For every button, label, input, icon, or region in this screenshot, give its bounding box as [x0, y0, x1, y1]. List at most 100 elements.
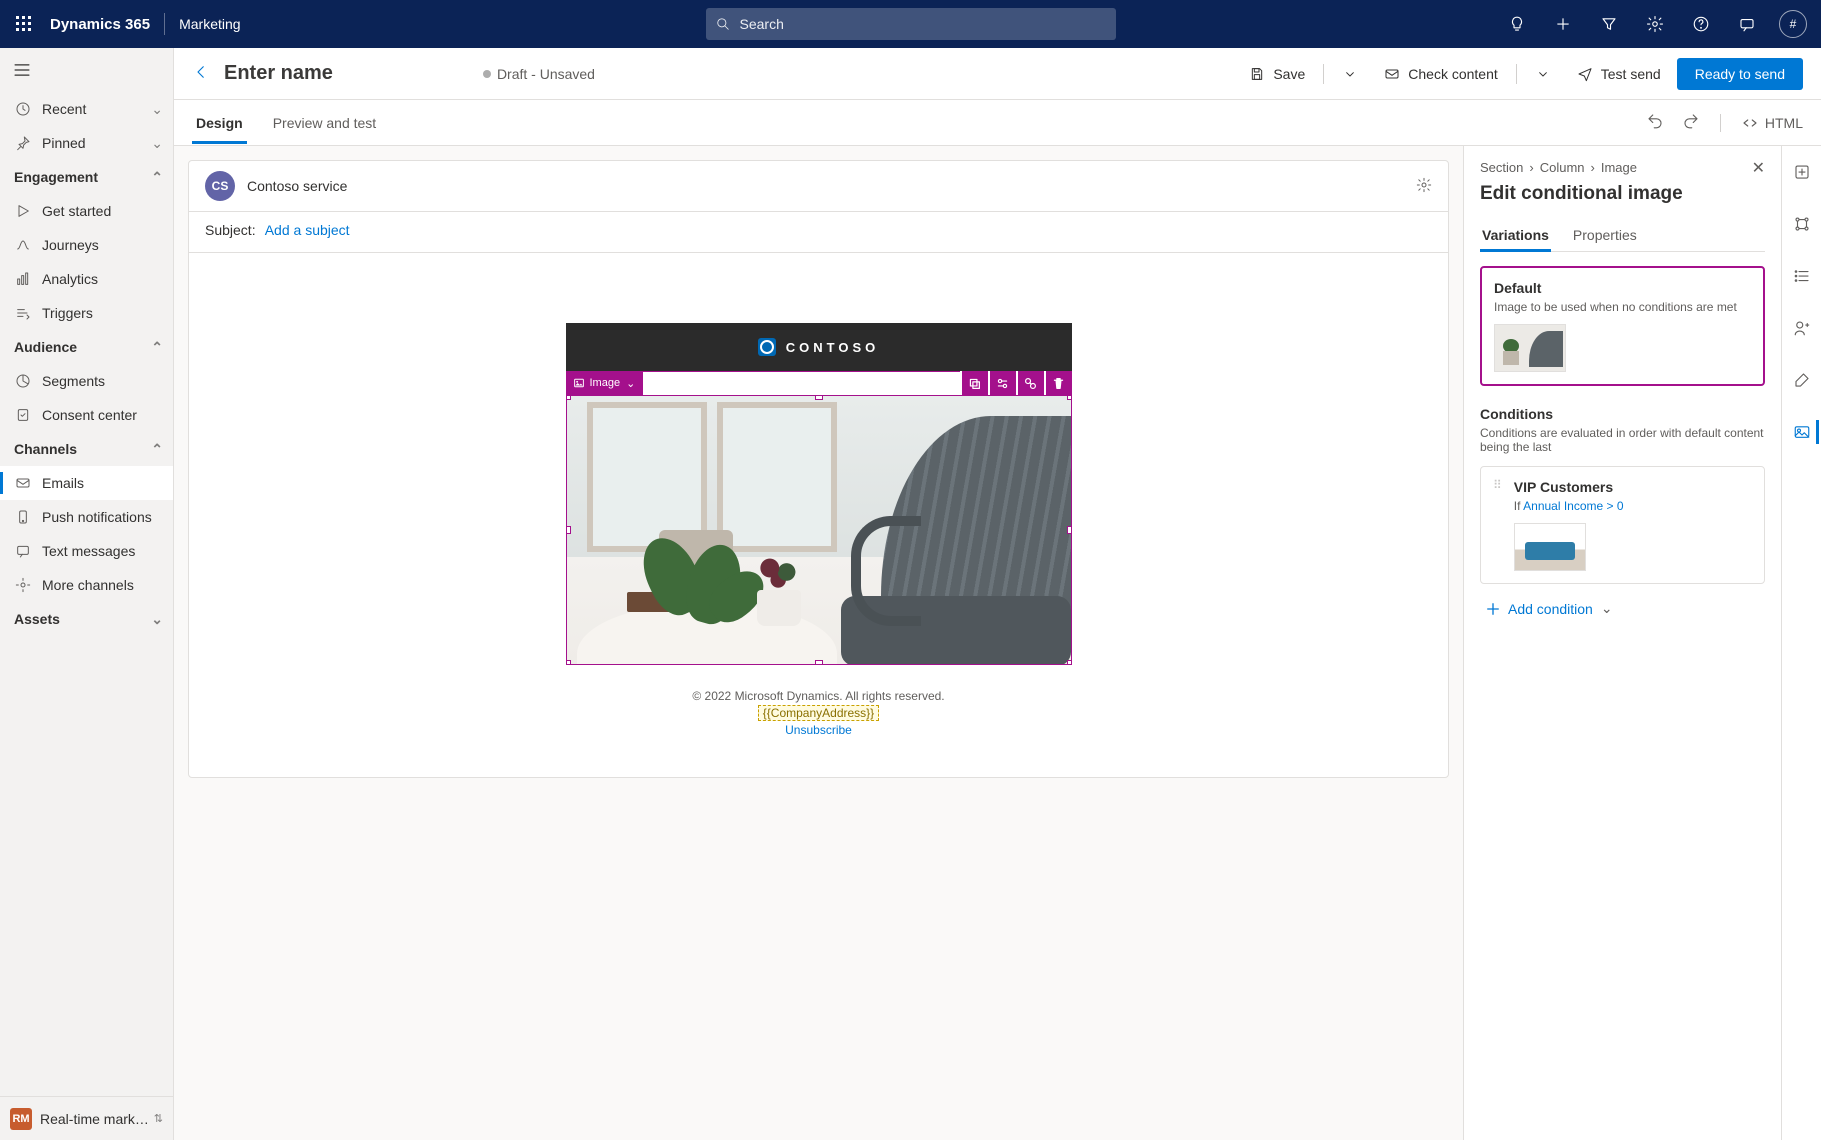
- element-tag-label: Image: [590, 377, 621, 389]
- chevron-down-icon: ⌄: [151, 135, 163, 152]
- tab-design[interactable]: Design: [192, 103, 247, 143]
- nav-text[interactable]: Text messages: [0, 534, 173, 568]
- drag-grip-icon[interactable]: ⠿: [1493, 479, 1504, 571]
- conditions-subtext: Conditions are evaluated in order with d…: [1480, 426, 1765, 454]
- crumb-column[interactable]: Column: [1540, 160, 1585, 175]
- crumb-section[interactable]: Section: [1480, 160, 1523, 175]
- header-settings-icon[interactable]: [1416, 177, 1432, 196]
- separator: [164, 13, 165, 35]
- nav-more-channels[interactable]: More channels: [0, 568, 173, 602]
- plus-icon[interactable]: [1543, 0, 1583, 48]
- nav-group-engagement[interactable]: Engagement ⌃: [0, 160, 173, 194]
- nav-group-channels[interactable]: Channels ⌃: [0, 432, 173, 466]
- chevron-up-icon: ⌃: [151, 339, 163, 356]
- email-body[interactable]: CONTOSO Image ⌄: [189, 253, 1448, 777]
- ready-to-send-button[interactable]: Ready to send: [1677, 58, 1803, 90]
- tab-properties[interactable]: Properties: [1571, 219, 1639, 251]
- plus-icon: [1486, 602, 1500, 616]
- html-toggle[interactable]: HTML: [1741, 114, 1803, 132]
- area-switcher[interactable]: RM Real-time marketi... ⇅: [0, 1096, 173, 1140]
- add-condition-button[interactable]: Add condition ⌄: [1480, 600, 1765, 617]
- outline-icon[interactable]: [1786, 260, 1818, 292]
- save-button[interactable]: Save: [1239, 60, 1315, 88]
- resize-handle[interactable]: [1067, 660, 1072, 665]
- resize-handle[interactable]: [815, 395, 823, 400]
- main-area: Enter name Draft - Unsaved Save Check co…: [174, 48, 1821, 1140]
- nav-recent[interactable]: Recent ⌄: [0, 92, 173, 126]
- filter-icon[interactable]: [1589, 0, 1629, 48]
- layout-icon[interactable]: [1786, 208, 1818, 240]
- sidebar-toggle[interactable]: [0, 48, 173, 92]
- nav-consent[interactable]: Consent center: [0, 398, 173, 432]
- gear-icon[interactable]: [1635, 0, 1675, 48]
- nav-get-started[interactable]: Get started: [0, 194, 173, 228]
- envelope-check-icon: [1384, 66, 1400, 82]
- condition-card[interactable]: ⠿ VIP Customers If Annual Income > 0: [1480, 466, 1765, 584]
- back-button[interactable]: [192, 63, 210, 84]
- resize-handle[interactable]: [566, 526, 571, 534]
- default-thumbnail[interactable]: [1494, 324, 1566, 372]
- nav-triggers[interactable]: Triggers: [0, 296, 173, 330]
- nav-label: Pinned: [42, 135, 86, 151]
- copyright-text: © 2022 Microsoft Dynamics. All rights re…: [692, 689, 944, 703]
- undo-button[interactable]: [1646, 112, 1664, 133]
- nav-pinned[interactable]: Pinned ⌄: [0, 126, 173, 160]
- module-name[interactable]: Marketing: [179, 16, 240, 32]
- area-badge: RM: [10, 1108, 32, 1130]
- redo-button[interactable]: [1682, 112, 1700, 133]
- resize-handle[interactable]: [1067, 395, 1072, 400]
- link-icon[interactable]: [1018, 371, 1044, 395]
- nav-group-audience[interactable]: Audience ⌃: [0, 330, 173, 364]
- tab-variations[interactable]: Variations: [1480, 219, 1551, 251]
- check-dropdown[interactable]: [1525, 60, 1561, 88]
- resize-handle[interactable]: [815, 660, 823, 665]
- check-content-button[interactable]: Check content: [1374, 60, 1508, 88]
- assistant-icon[interactable]: [1727, 0, 1767, 48]
- canvas-area[interactable]: CS Contoso service Subject: Add a subjec…: [174, 146, 1463, 1140]
- chevron-up-icon: ⌃: [151, 169, 163, 186]
- sender-name[interactable]: Contoso service: [247, 178, 347, 194]
- image-panel-icon[interactable]: [1786, 416, 1818, 448]
- nav-label: Emails: [42, 475, 84, 491]
- delete-icon[interactable]: [1046, 371, 1072, 395]
- condition-if: If: [1514, 499, 1523, 513]
- personalize-icon[interactable]: [990, 371, 1016, 395]
- tab-preview[interactable]: Preview and test: [269, 103, 381, 143]
- nav-push[interactable]: Push notifications: [0, 500, 173, 534]
- record-title[interactable]: Enter name: [224, 62, 333, 85]
- theme-icon[interactable]: [1786, 364, 1818, 396]
- default-variation-card[interactable]: Default Image to be used when no conditi…: [1480, 266, 1765, 386]
- lightbulb-icon[interactable]: [1497, 0, 1537, 48]
- hero-image[interactable]: [566, 395, 1072, 665]
- toolbox-rail: [1781, 146, 1821, 1140]
- nav-emails[interactable]: Emails: [0, 466, 173, 500]
- search-input[interactable]: [738, 15, 1106, 33]
- nav-segments[interactable]: Segments: [0, 364, 173, 398]
- brand-banner[interactable]: CONTOSO: [566, 323, 1072, 371]
- nav-journeys[interactable]: Journeys: [0, 228, 173, 262]
- company-address-token[interactable]: {{CompanyAddress}}: [758, 705, 879, 721]
- element-tag[interactable]: Image ⌄: [566, 371, 644, 395]
- close-icon[interactable]: ✕: [1752, 158, 1765, 178]
- product-name: Dynamics 365: [50, 16, 150, 33]
- resize-handle[interactable]: [566, 660, 571, 665]
- test-send-button[interactable]: Test send: [1567, 60, 1671, 88]
- add-element-icon[interactable]: [1786, 156, 1818, 188]
- personalization-icon[interactable]: [1786, 312, 1818, 344]
- add-subject-link[interactable]: Add a subject: [265, 222, 350, 238]
- crumb-image[interactable]: Image: [1601, 160, 1637, 175]
- resize-handle[interactable]: [1067, 526, 1072, 534]
- global-search[interactable]: [706, 8, 1116, 40]
- app-launcher-icon[interactable]: [8, 8, 40, 40]
- nav-group-assets[interactable]: Assets ⌄: [0, 602, 173, 636]
- nav-analytics[interactable]: Analytics: [0, 262, 173, 296]
- user-avatar[interactable]: #: [1773, 0, 1813, 48]
- nav-label: Consent center: [42, 407, 137, 423]
- save-dropdown[interactable]: [1332, 60, 1368, 88]
- help-icon[interactable]: [1681, 0, 1721, 48]
- resize-handle[interactable]: [566, 395, 571, 400]
- unsubscribe-link[interactable]: Unsubscribe: [692, 723, 944, 737]
- duplicate-icon[interactable]: [962, 371, 988, 395]
- condition-expression[interactable]: Annual Income > 0: [1523, 499, 1623, 513]
- condition-thumbnail[interactable]: [1514, 523, 1586, 571]
